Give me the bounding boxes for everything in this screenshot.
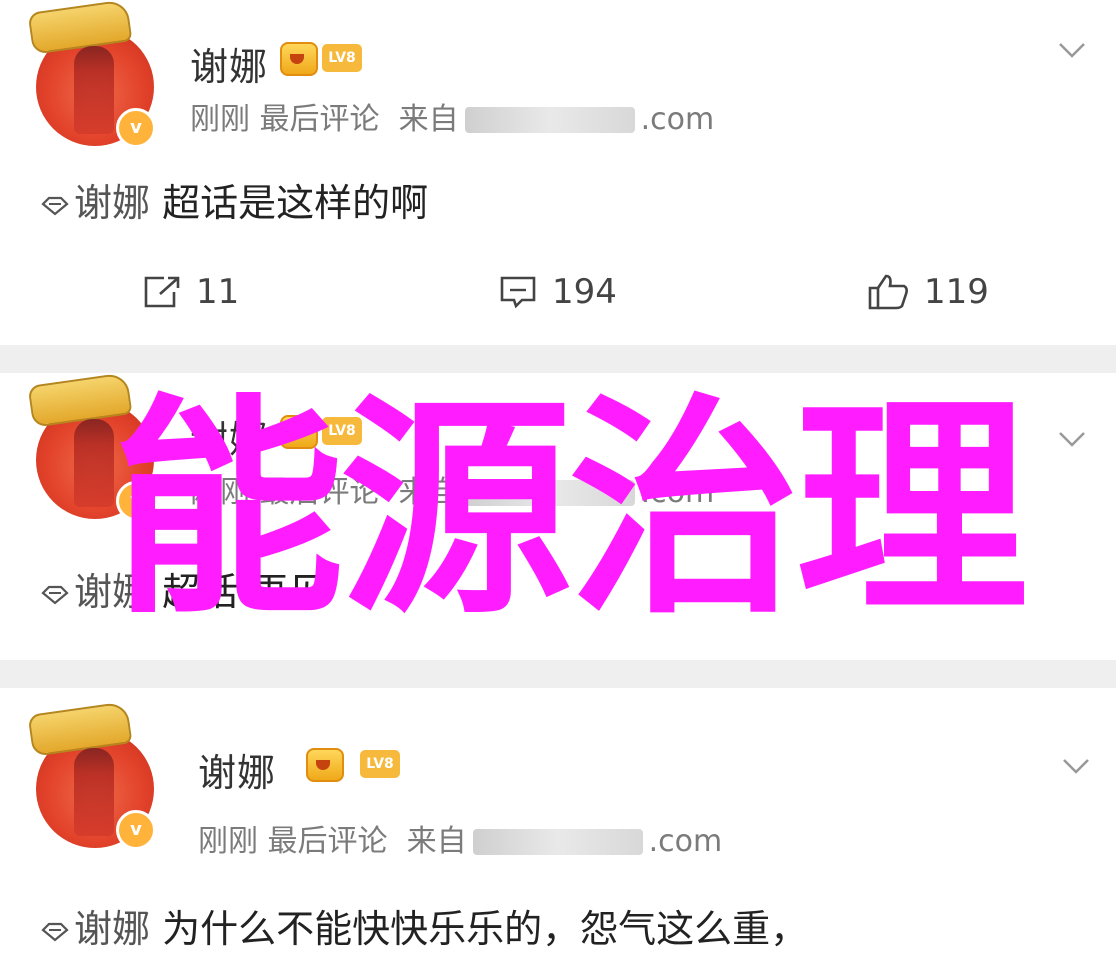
like-button[interactable]: 119 (866, 272, 989, 312)
share-count: 11 (196, 272, 240, 312)
post-time: 刚刚 (190, 102, 250, 137)
action-bar: 11 194 119 (0, 272, 1116, 318)
post-divider (0, 660, 1116, 688)
source-redacted (464, 107, 635, 133)
post-card: v 谢娜 LV8 刚刚 最后评论 来自 .com 谢娜 超话是这样的啊 11 1… (0, 0, 1116, 345)
avatar[interactable]: v (27, 0, 156, 148)
supertopic-link[interactable]: 谢娜 (74, 907, 150, 951)
share-icon (144, 276, 180, 308)
avatar-crown-decoration (27, 701, 133, 757)
member-crown-icon[interactable] (280, 42, 318, 76)
like-count: 119 (924, 272, 989, 312)
supertopic-link[interactable]: 谢娜 (74, 181, 150, 225)
post-content: 谢娜 为什么不能快快乐乐的，怨气这么重， (40, 898, 808, 953)
verified-icon: v (116, 810, 156, 850)
avatar-crown-decoration (27, 0, 133, 55)
thumbs-up-icon (868, 274, 908, 310)
overlay-heading: 能源治理 (111, 375, 1028, 645)
post-activity: 最后评论 (267, 824, 388, 859)
level-badge[interactable]: LV8 (360, 750, 400, 778)
post-text: 超话是这样的啊 (162, 181, 429, 225)
avatar[interactable]: v (27, 701, 156, 850)
post-meta: 刚刚 最后评论 来自 .com (190, 94, 714, 138)
avatar-figure (74, 748, 114, 836)
chevron-down-icon[interactable] (1062, 758, 1090, 774)
supertopic-diamond-icon (41, 922, 69, 941)
share-button[interactable]: 11 (142, 272, 239, 312)
post-activity: 最后评论 (259, 102, 380, 137)
post-content: 谢娜 超话是这样的啊 (40, 172, 428, 227)
post-meta: 刚刚 最后评论 来自 .com (198, 816, 722, 860)
comment-button[interactable]: 194 (498, 272, 617, 312)
post-source-prefix: 来自 (398, 102, 459, 137)
supertopic-diamond-icon (41, 585, 69, 604)
post-divider (0, 345, 1116, 373)
chevron-down-icon[interactable] (1058, 431, 1086, 447)
comment-icon (500, 276, 536, 309)
post-source-suffix: .com (640, 102, 715, 137)
post-text: 为什么不能快快乐乐的，怨气这么重， (162, 907, 809, 951)
verified-icon: v (116, 108, 156, 148)
post-source-prefix: 来自 (406, 824, 467, 859)
post-card: v 谢娜 LV8 刚刚 最后评论 来自 .com 谢娜 为什么不能快快乐乐的，怨气… (0, 688, 1116, 966)
username[interactable]: 谢娜 (190, 36, 268, 91)
avatar-figure (74, 46, 114, 134)
supertopic-diamond-icon (41, 196, 69, 215)
member-crown-icon[interactable] (306, 748, 344, 782)
comment-count: 194 (552, 272, 617, 312)
username[interactable]: 谢娜 (198, 742, 276, 797)
post-source-suffix: .com (648, 824, 723, 859)
source-redacted (472, 829, 643, 855)
level-badge[interactable]: LV8 (322, 44, 362, 72)
chevron-down-icon[interactable] (1058, 42, 1086, 58)
post-time: 刚刚 (198, 824, 258, 859)
